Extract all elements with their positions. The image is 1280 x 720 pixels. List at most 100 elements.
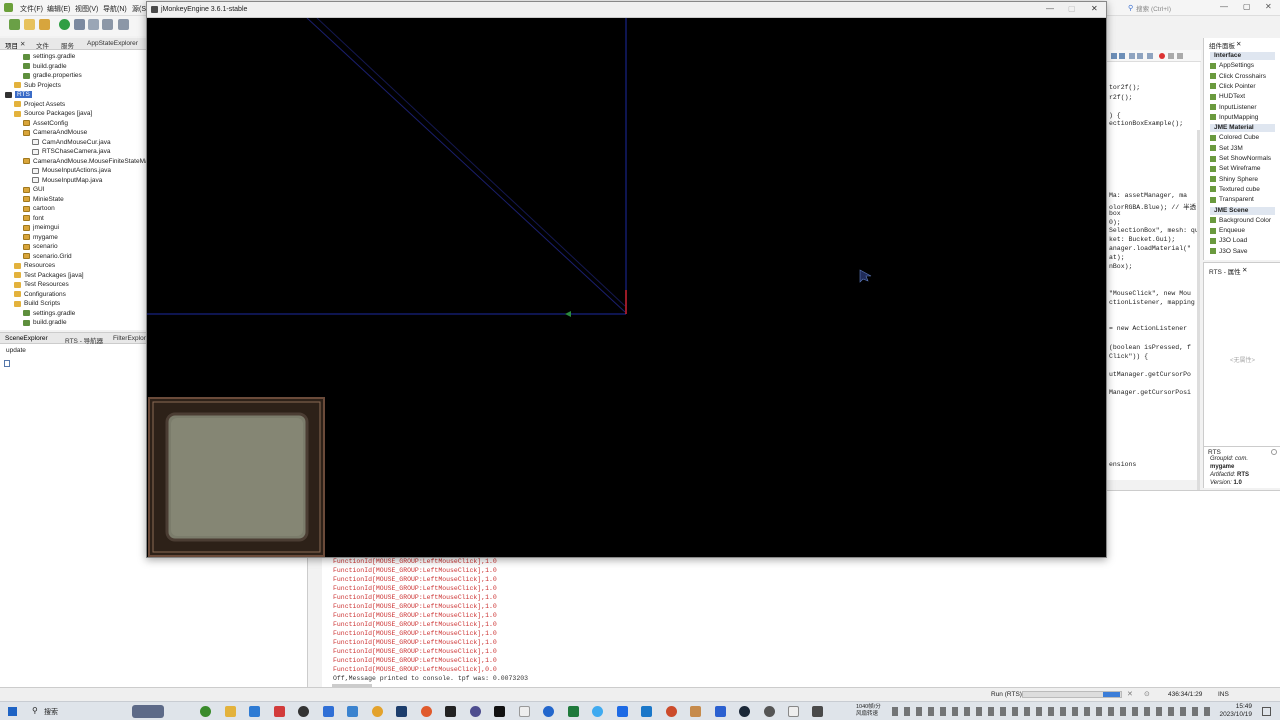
app-icon[interactable] xyxy=(617,706,628,717)
palette-item[interactable]: HUDText xyxy=(1210,93,1245,100)
save-icon[interactable] xyxy=(102,19,113,30)
tree-item[interactable]: AssetConfig xyxy=(23,119,68,128)
properties-close-icon[interactable]: ✕ xyxy=(1242,266,1247,274)
editor-tool-icon[interactable] xyxy=(1147,53,1153,59)
palette-group-header[interactable]: JME Scene xyxy=(1210,206,1275,215)
palette-tab[interactable]: 组件面板 xyxy=(1209,40,1235,50)
tab-projects-close-icon[interactable]: ✕ xyxy=(20,40,25,48)
tree-item[interactable]: CamAndMouseCur.java xyxy=(32,138,111,147)
palette-item[interactable]: Textured cube xyxy=(1210,186,1260,193)
tree-item[interactable]: CameraAndMouse xyxy=(23,128,87,137)
save-all-icon[interactable] xyxy=(118,19,129,30)
tree-item[interactable]: RTSChaseCamera.java xyxy=(32,147,111,156)
nvidia-app-icon[interactable] xyxy=(200,706,211,717)
tree-item[interactable]: CameraAndMouse.MouseFiniteStateMachine xyxy=(23,157,164,166)
app-icon[interactable] xyxy=(568,706,579,717)
tree-item[interactable]: build.gradle xyxy=(23,62,67,71)
cancel-run-icon[interactable]: ✕ xyxy=(1127,690,1133,698)
palette-item[interactable]: Set Wireframe xyxy=(1210,165,1261,172)
open-project-icon[interactable] xyxy=(39,19,50,30)
app-icon[interactable] xyxy=(298,706,309,717)
new-file-icon[interactable] xyxy=(24,19,35,30)
menu-edit[interactable]: 编辑(E) xyxy=(47,4,70,14)
jme-window[interactable]: jMonkeyEngine 3.6.1-stable — ▢ ✕ xyxy=(146,1,1107,558)
tree-item[interactable]: Test Packages [java] xyxy=(14,271,84,280)
app-icon[interactable] xyxy=(494,706,505,717)
app-icon[interactable] xyxy=(249,706,260,717)
tree-item[interactable]: MinieState xyxy=(23,195,64,204)
app-icon[interactable] xyxy=(764,706,775,717)
tree-item[interactable]: jmeimgui xyxy=(23,223,59,232)
ide-search-box[interactable]: ⚲ 搜索 (Ctrl+I) xyxy=(1128,3,1208,13)
menu-view[interactable]: 视图(V) xyxy=(75,4,98,14)
ide-minimize-button[interactable]: — xyxy=(1220,2,1228,11)
app-icon[interactable] xyxy=(347,706,358,717)
tab-services[interactable]: 服务 xyxy=(61,40,74,50)
app-icon[interactable] xyxy=(788,706,799,717)
chrome-icon[interactable] xyxy=(372,706,383,717)
menu-file[interactable]: 文件(F) xyxy=(20,4,43,14)
palette-item[interactable]: InputListener xyxy=(1210,104,1257,111)
run-icon[interactable] xyxy=(59,19,70,30)
app-icon[interactable] xyxy=(396,706,407,717)
tree-item[interactable]: MouseInputActions.java xyxy=(32,166,111,175)
tree-item[interactable]: build.gradle xyxy=(23,318,67,327)
tree-item[interactable]: RTS xyxy=(5,90,32,99)
tab-projects[interactable]: 项目 xyxy=(5,40,18,50)
tree-item[interactable]: Resources xyxy=(14,261,55,270)
tab-appstate-explorer[interactable]: AppStateExplorer xyxy=(87,40,138,47)
editor-tool-icon[interactable] xyxy=(1111,53,1117,59)
scene-update-label[interactable]: update xyxy=(6,347,26,354)
file-explorer-icon[interactable] xyxy=(225,706,236,717)
tree-item[interactable]: MouseInputMap.java xyxy=(32,176,102,185)
app-icon[interactable] xyxy=(641,706,652,717)
palette-item[interactable]: Colored Cube xyxy=(1210,134,1259,141)
app-icon[interactable] xyxy=(666,706,677,717)
app-icon[interactable] xyxy=(592,706,603,717)
new-project-icon[interactable] xyxy=(9,19,20,30)
app-icon[interactable] xyxy=(519,706,530,717)
editor-scrollbar[interactable] xyxy=(1197,130,1200,490)
system-tray-icons[interactable] xyxy=(892,707,1210,716)
app-icon[interactable] xyxy=(690,706,701,717)
tree-item[interactable]: settings.gradle xyxy=(23,309,75,318)
notification-icon[interactable] xyxy=(1262,707,1271,716)
app-icon[interactable] xyxy=(812,706,823,717)
jme-render-canvas[interactable] xyxy=(147,18,1106,557)
editor-tool-icon[interactable] xyxy=(1177,53,1183,59)
palette-item[interactable]: J3O Load xyxy=(1210,237,1247,244)
tree-item[interactable]: mygame xyxy=(23,233,58,242)
palette-item[interactable]: Set J3M xyxy=(1210,145,1243,152)
tree-item[interactable]: Build Scripts xyxy=(14,299,60,308)
editor-tool-icon[interactable] xyxy=(1129,53,1135,59)
jme-minimize-button[interactable]: — xyxy=(1046,4,1054,13)
help-icon[interactable] xyxy=(1271,449,1277,455)
windows-start-icon[interactable] xyxy=(8,707,17,716)
tab-scene-explorer[interactable]: SceneExplorer xyxy=(5,335,48,342)
tree-item[interactable]: settings.gradle xyxy=(23,52,75,61)
app-icon[interactable] xyxy=(715,706,726,717)
clean-build-icon[interactable] xyxy=(74,19,85,30)
palette-item[interactable]: Enqueue xyxy=(1210,227,1245,234)
fan-widget[interactable]: 1040帧/分 风扇转速 xyxy=(856,704,886,718)
jme-title-bar[interactable]: jMonkeyEngine 3.6.1-stable — ▢ ✕ xyxy=(147,2,1106,18)
palette-item[interactable]: Shiny Sphere xyxy=(1210,176,1258,183)
palette-item[interactable]: Set ShowNormals xyxy=(1210,155,1271,162)
app-icon[interactable] xyxy=(445,706,456,717)
stop-macro-icon[interactable] xyxy=(1159,53,1165,59)
app-icon[interactable] xyxy=(323,706,334,717)
app-icon[interactable] xyxy=(274,706,285,717)
jme-maximize-button[interactable]: ▢ xyxy=(1068,4,1076,13)
tree-item[interactable]: font xyxy=(23,214,44,223)
taskbar-search-icon[interactable]: ⚲ xyxy=(32,706,38,715)
editor-tool-icon[interactable] xyxy=(1168,53,1174,59)
palette-item[interactable]: InputMapping xyxy=(1210,114,1258,121)
tree-item[interactable]: Configurations xyxy=(14,290,66,299)
tree-item[interactable]: cartoon xyxy=(23,204,55,213)
ide-close-button[interactable]: ✕ xyxy=(1265,2,1272,11)
tree-item[interactable]: Test Resources xyxy=(14,280,69,289)
palette-group-header[interactable]: JME Material xyxy=(1210,124,1275,133)
editor-tool-icon[interactable] xyxy=(1119,53,1125,59)
app-icon[interactable] xyxy=(470,706,481,717)
notifications-icon[interactable]: ⊙ xyxy=(1144,690,1150,698)
